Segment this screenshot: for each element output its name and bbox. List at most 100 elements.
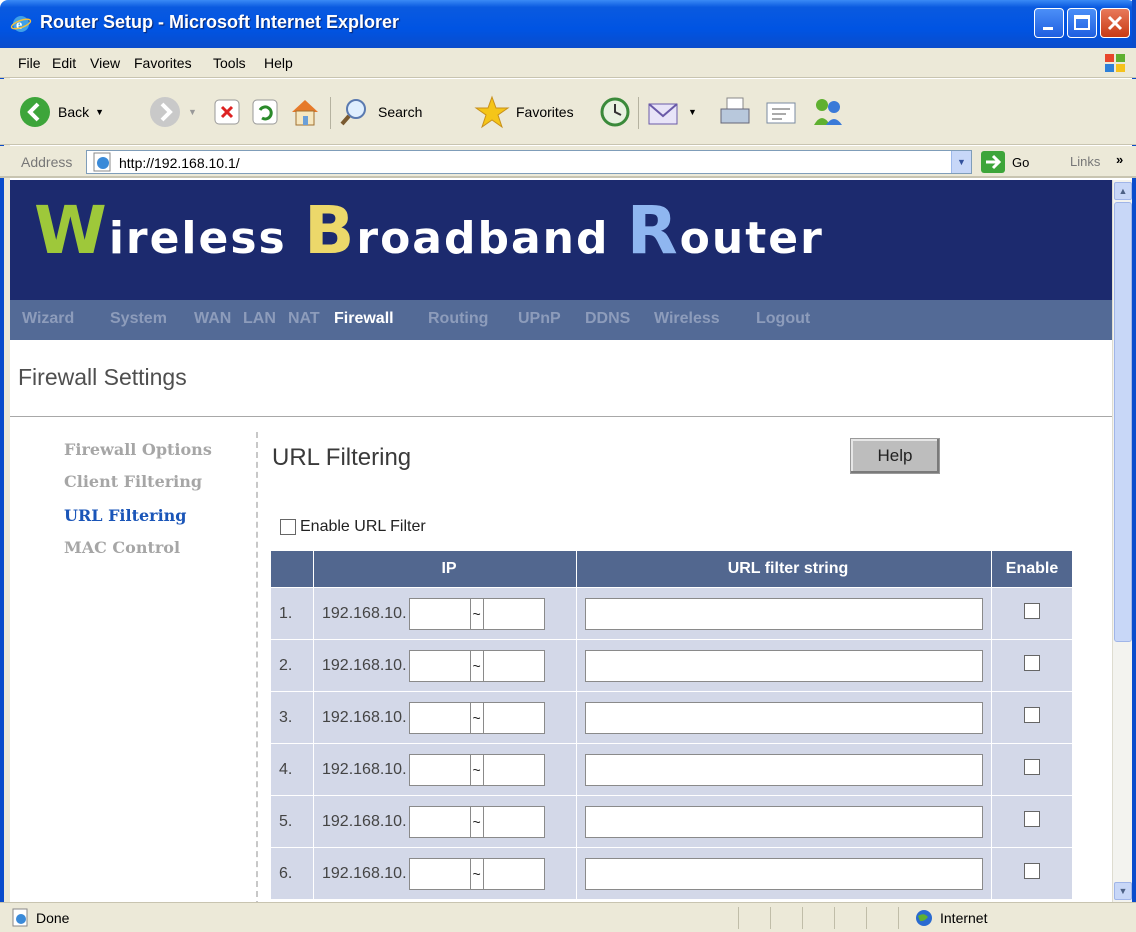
minimize-button[interactable] bbox=[1034, 8, 1064, 38]
address-dropdown-button[interactable]: ▼ bbox=[951, 151, 971, 173]
forward-arrow-icon bbox=[150, 97, 180, 127]
menu-edit[interactable]: Edit bbox=[52, 55, 76, 71]
ip-start-input[interactable] bbox=[408, 857, 471, 890]
address-url: http://192.168.10.1/ bbox=[119, 155, 240, 171]
forward-dropdown-icon[interactable]: ▼ bbox=[188, 107, 197, 117]
section-title: URL Filtering bbox=[272, 444, 412, 471]
close-button[interactable] bbox=[1100, 8, 1130, 38]
links-button[interactable]: Links bbox=[1070, 154, 1100, 169]
range-tilde: ~ bbox=[470, 649, 483, 682]
nav-upnp[interactable]: UPnP bbox=[518, 310, 561, 328]
chevron-more-icon[interactable]: » bbox=[1116, 152, 1123, 167]
url-filter-input[interactable] bbox=[585, 805, 983, 838]
enable-cell bbox=[992, 848, 1072, 899]
home-button[interactable] bbox=[288, 93, 322, 131]
ip-end-input[interactable] bbox=[482, 597, 545, 630]
stop-button[interactable] bbox=[212, 93, 242, 131]
search-icon bbox=[340, 99, 366, 126]
window-title-bar[interactable]: e Router Setup - Microsoft Internet Expl… bbox=[0, 0, 1136, 48]
row-enable-checkbox[interactable] bbox=[1024, 603, 1040, 619]
mail-button[interactable]: ▼ bbox=[646, 93, 697, 131]
nav-routing[interactable]: Routing bbox=[428, 310, 488, 328]
nav-logout[interactable]: Logout bbox=[756, 310, 810, 328]
url-cell bbox=[577, 848, 991, 899]
row-enable-checkbox[interactable] bbox=[1024, 863, 1040, 879]
edit-button[interactable] bbox=[764, 93, 798, 131]
enable-url-filter-row: Enable URL Filter bbox=[280, 518, 426, 536]
row-enable-checkbox[interactable] bbox=[1024, 655, 1040, 671]
enable-url-filter-checkbox[interactable] bbox=[280, 519, 296, 535]
range-tilde: ~ bbox=[470, 753, 483, 786]
status-divider bbox=[834, 907, 835, 929]
status-zone: Internet bbox=[940, 910, 988, 926]
forward-button[interactable]: ▼ bbox=[148, 93, 197, 131]
scrollbar-thumb[interactable] bbox=[1114, 202, 1132, 642]
sidebar-item-client-filtering[interactable]: Client Filtering bbox=[64, 472, 202, 491]
nav-system[interactable]: System bbox=[110, 310, 167, 328]
nav-firewall[interactable]: Firewall bbox=[334, 310, 394, 328]
back-button[interactable]: Back ▼ bbox=[18, 93, 104, 131]
ip-end-input[interactable] bbox=[482, 649, 545, 682]
status-divider bbox=[898, 907, 899, 929]
mail-dropdown-icon[interactable]: ▼ bbox=[688, 107, 697, 117]
ip-end-input[interactable] bbox=[482, 701, 545, 734]
nav-wireless[interactable]: Wireless bbox=[654, 310, 720, 328]
nav-nat[interactable]: NAT bbox=[288, 310, 320, 328]
menu-file[interactable]: File bbox=[18, 55, 41, 71]
sidebar-item-mac-control[interactable]: MAC Control bbox=[64, 538, 180, 557]
scroll-down-button[interactable]: ▼ bbox=[1114, 882, 1132, 900]
row-enable-checkbox[interactable] bbox=[1024, 811, 1040, 827]
ip-end-input[interactable] bbox=[482, 805, 545, 838]
ip-end-input[interactable] bbox=[482, 753, 545, 786]
url-cell bbox=[577, 744, 991, 795]
ip-start-input[interactable] bbox=[408, 805, 471, 838]
print-button[interactable] bbox=[718, 93, 752, 131]
url-filter-input[interactable] bbox=[585, 701, 983, 734]
help-button[interactable]: Help bbox=[850, 438, 940, 474]
scroll-up-button[interactable]: ▲ bbox=[1114, 182, 1132, 200]
menu-favorites[interactable]: Favorites bbox=[134, 55, 192, 71]
minimize-icon bbox=[1043, 27, 1053, 30]
enable-cell bbox=[992, 744, 1072, 795]
address-input[interactable]: http://192.168.10.1/ ▼ bbox=[86, 150, 972, 174]
vertical-scrollbar[interactable]: ▲ ▼ bbox=[1112, 180, 1132, 902]
banner-word-wireless: ireless bbox=[108, 213, 305, 264]
nav-wizard[interactable]: Wizard bbox=[22, 310, 74, 328]
url-filter-input[interactable] bbox=[585, 857, 983, 890]
nav-ddns[interactable]: DDNS bbox=[585, 310, 630, 328]
home-icon bbox=[292, 100, 318, 126]
nav-lan[interactable]: LAN bbox=[243, 310, 276, 328]
search-label: Search bbox=[378, 104, 423, 120]
menu-view[interactable]: View bbox=[90, 55, 120, 71]
nav-wan[interactable]: WAN bbox=[194, 310, 231, 328]
sidebar-item-firewall-options[interactable]: Firewall Options bbox=[64, 440, 212, 459]
table-row: 3. 192.168.10. ~ bbox=[271, 692, 1072, 743]
url-filter-input[interactable] bbox=[585, 753, 983, 786]
maximize-button[interactable] bbox=[1067, 8, 1097, 38]
status-bar: Done Internet bbox=[0, 902, 1136, 932]
history-button[interactable] bbox=[598, 93, 632, 131]
ip-start-input[interactable] bbox=[408, 701, 471, 734]
ip-end-input[interactable] bbox=[482, 857, 545, 890]
ip-start-input[interactable] bbox=[408, 597, 471, 630]
search-button[interactable]: Search bbox=[338, 93, 422, 131]
page-viewport: Wireless Broadband Router Wizard System … bbox=[10, 180, 1112, 902]
row-enable-checkbox[interactable] bbox=[1024, 707, 1040, 723]
favorites-button[interactable]: Favorites bbox=[474, 93, 574, 131]
menu-tools[interactable]: Tools bbox=[213, 55, 246, 71]
ip-start-input[interactable] bbox=[408, 649, 471, 682]
go-button[interactable]: Go bbox=[980, 150, 1029, 174]
messenger-button[interactable] bbox=[810, 93, 846, 131]
range-tilde: ~ bbox=[470, 857, 483, 890]
sidebar-item-url-filtering[interactable]: URL Filtering bbox=[64, 506, 186, 525]
url-filter-input[interactable] bbox=[585, 649, 983, 682]
row-enable-checkbox[interactable] bbox=[1024, 759, 1040, 775]
menu-help[interactable]: Help bbox=[264, 55, 293, 71]
url-cell bbox=[577, 692, 991, 743]
back-dropdown-icon[interactable]: ▼ bbox=[95, 107, 104, 117]
refresh-button[interactable] bbox=[250, 93, 280, 131]
toolbar-separator bbox=[330, 97, 331, 129]
table-row: 1. 192.168.10. ~ bbox=[271, 588, 1072, 639]
ip-start-input[interactable] bbox=[408, 753, 471, 786]
url-filter-input[interactable] bbox=[585, 597, 983, 630]
